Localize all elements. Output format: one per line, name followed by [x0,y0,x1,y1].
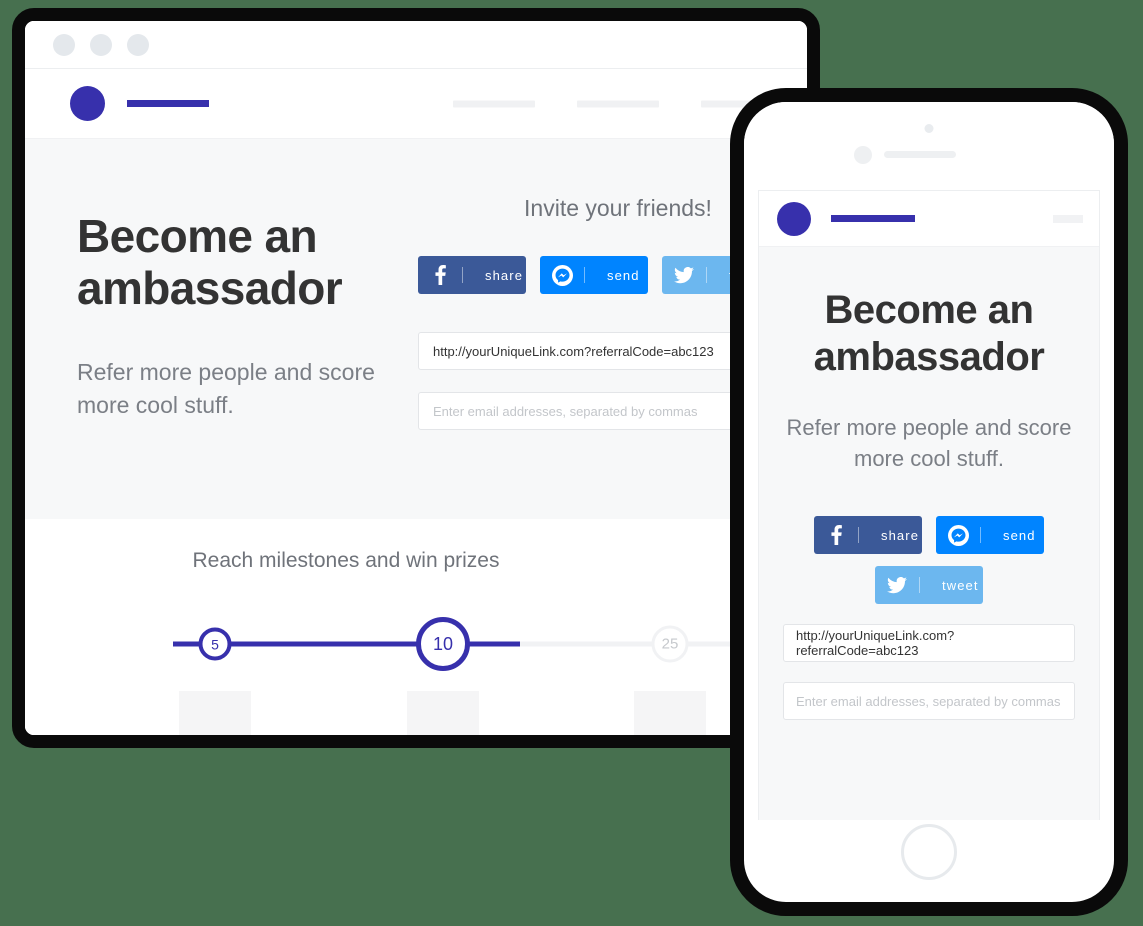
phone-topbar [744,102,1114,190]
phone-site-header [759,191,1099,247]
hero-section: Become an ambassador Refer more people a… [25,139,807,519]
page-title: Become an ambassador [813,288,1045,380]
milestone-node-label: 10 [432,633,454,654]
menu-placeholder[interactable] [1053,214,1083,223]
referral-link-input[interactable]: http://yourUniqueLink.com?referralCode=a… [418,332,763,370]
phone-camera-icon [924,124,934,133]
facebook-share-label: share [485,267,524,283]
milestone-node-5[interactable]: 5 [198,627,232,661]
nav-item-placeholder[interactable] [577,100,659,107]
twitter-icon [662,266,706,284]
browser-window-mockup: Become an ambassador Refer more people a… [12,8,820,748]
twitter-icon [875,576,919,594]
email-invite-input[interactable]: Enter email addresses, separated by comm… [418,392,763,430]
browser-screen: Become an ambassador Refer more people a… [25,21,807,735]
milestone-progress-track: 5 10 25 [25,615,807,673]
share-button-row-secondary: tweet [783,566,1075,605]
milestone-node-label: 25 [661,635,679,653]
brand-wordmark[interactable] [831,215,915,222]
prize-placeholder-row [25,691,807,735]
facebook-icon [814,525,858,546]
phone-home-button[interactable] [901,824,957,880]
brand-logo-icon[interactable] [70,86,105,121]
browser-titlebar [25,21,807,69]
milestones-section: Reach milestones and win prizes 5 10 25 [25,519,807,735]
page-subtitle: Refer more people and score more cool st… [77,359,375,418]
hero-copy: Become an ambassador Refer more people a… [77,210,407,421]
twitter-tweet-button[interactable]: tweet [875,566,983,605]
email-invite-input[interactable]: Enter email addresses, separated by comm… [783,682,1075,721]
page-title: Become an ambassador [77,210,343,314]
site-header [25,69,807,139]
referral-link-value: http://yourUniqueLink.com?referralCode=a… [796,628,955,659]
messenger-icon [936,524,980,546]
site-nav [453,100,783,107]
messenger-send-button[interactable]: send [936,516,1044,555]
referral-link-input[interactable]: http://yourUniqueLink.com?referralCode=a… [783,624,1075,663]
traffic-light-minimize-icon[interactable] [90,33,112,56]
brand-logo-icon[interactable] [777,201,811,236]
phone-sensor-icon [854,146,872,164]
phone-hero-section: Become an ambassador Refer more people a… [759,247,1099,820]
milestones-heading: Reach milestones and win prizes [192,549,500,572]
messenger-send-label: send [607,267,640,283]
facebook-share-label: share [881,527,920,543]
phone-screen: Become an ambassador Refer more people a… [758,190,1100,820]
traffic-light-close-icon[interactable] [53,33,75,56]
milestone-node-25[interactable]: 25 [651,625,689,663]
email-invite-placeholder: Enter email addresses, separated by comm… [433,403,698,419]
messenger-send-button[interactable]: send [540,256,648,294]
milestone-node-10[interactable]: 10 [416,617,470,671]
prize-placeholder[interactable] [634,691,706,735]
traffic-light-maximize-icon[interactable] [127,33,149,56]
phone-mockup: Become an ambassador Refer more people a… [730,88,1128,916]
messenger-send-label: send [1003,527,1036,543]
twitter-tweet-label: tweet [942,577,979,593]
messenger-icon [540,264,584,286]
referral-link-value: http://yourUniqueLink.com?referralCode=a… [433,343,714,359]
facebook-share-button[interactable]: share [418,256,526,294]
phone-speaker-grille [884,151,956,158]
facebook-icon [418,265,462,285]
prize-placeholder[interactable] [407,691,479,735]
page-subtitle: Refer more people and score more cool st… [786,415,1072,471]
brand-wordmark[interactable] [127,100,209,107]
share-button-group: share send tweet [783,516,1075,605]
prize-placeholder[interactable] [179,691,251,735]
milestone-node-label: 5 [211,636,219,652]
email-invite-placeholder: Enter email addresses, separated by comm… [796,693,1061,709]
nav-item-placeholder[interactable] [453,100,535,107]
share-button-row-primary: share send [783,516,1075,555]
facebook-share-button[interactable]: share [814,516,922,555]
